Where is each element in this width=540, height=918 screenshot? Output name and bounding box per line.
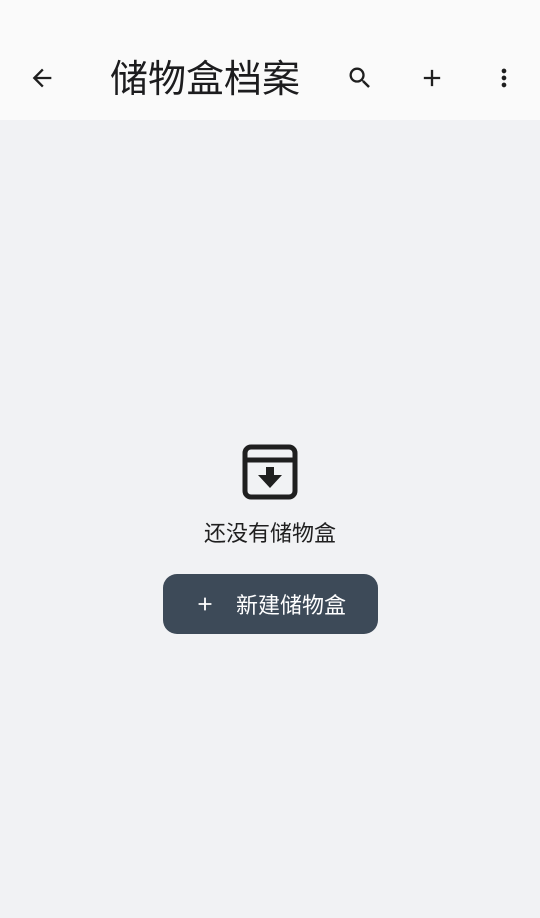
more-vert-icon bbox=[501, 68, 507, 88]
plus-icon bbox=[194, 593, 216, 615]
arrow-back-icon bbox=[32, 68, 52, 88]
status-bar bbox=[0, 0, 540, 38]
archive-download-icon bbox=[240, 442, 300, 502]
content-area: 还没有储物盒 新建储物盒 bbox=[0, 120, 540, 918]
create-box-button[interactable]: 新建储物盒 bbox=[162, 574, 378, 634]
more-options-button[interactable] bbox=[480, 54, 528, 102]
add-button[interactable] bbox=[408, 54, 456, 102]
app-bar: 储物盒档案 bbox=[0, 38, 540, 120]
search-icon bbox=[349, 67, 370, 88]
plus-icon bbox=[423, 69, 441, 87]
back-button[interactable] bbox=[18, 54, 66, 102]
create-box-button-label: 新建储物盒 bbox=[235, 594, 346, 619]
empty-message: 还没有储物盒 bbox=[203, 522, 336, 547]
empty-state: 还没有储物盒 新建储物盒 bbox=[0, 442, 540, 634]
page-title: 储物盒档案 bbox=[110, 57, 301, 101]
search-button[interactable] bbox=[336, 54, 384, 102]
